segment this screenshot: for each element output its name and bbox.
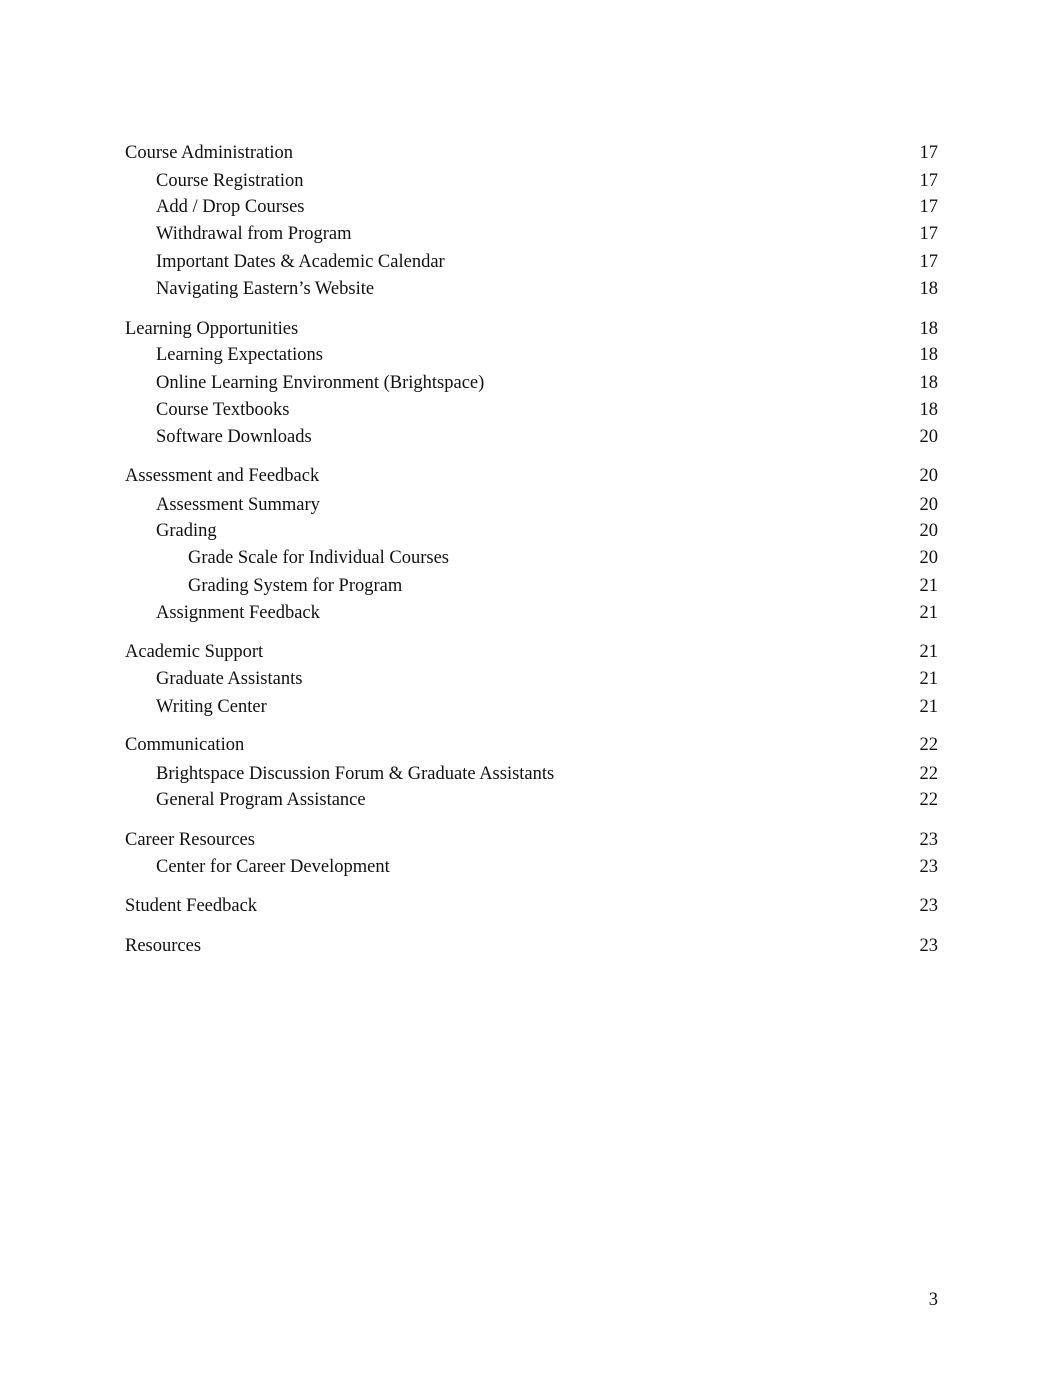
toc-entry[interactable]: Academic Support 21 — [0, 640, 1062, 664]
toc-entry[interactable]: Withdrawal from Program 17 — [0, 222, 1062, 246]
toc-entry-title[interactable]: Graduate Assistants — [156, 667, 302, 691]
toc-entry-page: 17 — [919, 143, 939, 163]
toc-entry-title[interactable]: General Program Assistance — [156, 788, 366, 812]
toc-entry[interactable]: Grading System for Program 21 — [0, 574, 1062, 598]
toc-entry-title[interactable]: Navigating Eastern’s Website — [156, 277, 374, 301]
toc-entry-title[interactable]: Add / Drop Courses — [156, 195, 305, 219]
toc-entry[interactable]: Graduate Assistants 21 — [0, 667, 1062, 691]
toc-entry-title[interactable]: Online Learning Environment (Brightspace… — [156, 371, 484, 395]
toc-entry[interactable]: Center for Career Development 23 — [0, 855, 1062, 879]
toc-entry-title[interactable]: Assessment and Feedback — [125, 464, 319, 488]
toc-entry-page: 20 — [919, 521, 939, 541]
toc-entry-page: 20 — [919, 495, 939, 515]
toc-entry-title[interactable]: Student Feedback — [125, 894, 257, 918]
toc-entry[interactable]: Learning Expectations 18 — [0, 343, 1062, 367]
toc-entry[interactable]: Add / Drop Courses 17 — [0, 195, 1062, 219]
toc-entry-page: 17 — [919, 224, 939, 244]
toc-entry-page: 20 — [919, 427, 939, 447]
toc-entry-page: 18 — [919, 279, 939, 299]
toc-entry-page: 22 — [919, 764, 939, 784]
toc-entry-title[interactable]: Assessment Summary — [156, 493, 320, 517]
toc-entry-title[interactable]: Communication — [125, 733, 244, 757]
toc-entry[interactable]: Course Registration 17 — [0, 169, 1062, 193]
toc-entry[interactable]: Assignment Feedback 21 — [0, 601, 1062, 625]
toc-entry-page: 20 — [919, 548, 939, 568]
toc-entry-page: 17 — [919, 197, 939, 217]
toc-entry-page: 21 — [919, 642, 939, 662]
toc-entry-page: 17 — [919, 252, 939, 272]
toc-entry-page: 18 — [919, 400, 939, 420]
toc-entry-title[interactable]: Resources — [125, 934, 201, 958]
toc-entry-page: 23 — [919, 857, 939, 877]
toc-entry[interactable]: Student Feedback 23 — [0, 894, 1062, 918]
toc-entry[interactable]: Grading 20 — [0, 519, 1062, 543]
toc-entry[interactable]: Software Downloads 20 — [0, 425, 1062, 449]
toc-entry-page: 23 — [919, 936, 939, 956]
toc-entry-title[interactable]: Career Resources — [125, 828, 255, 852]
toc-entry-page: 21 — [919, 697, 939, 717]
toc-entry-title[interactable]: Course Registration — [156, 169, 303, 193]
toc-entry[interactable]: Online Learning Environment (Brightspace… — [0, 371, 1062, 395]
toc-entry-page: 17 — [919, 171, 939, 191]
toc-entry-title[interactable]: Grading System for Program — [188, 574, 402, 598]
toc-entry-page: 22 — [919, 790, 939, 810]
toc-entry-title[interactable]: Grade Scale for Individual Courses — [188, 546, 449, 570]
toc-entry-title[interactable]: Learning Opportunities — [125, 317, 298, 341]
toc-entry-page: 18 — [919, 345, 939, 365]
toc-entry-page: 18 — [919, 319, 939, 339]
toc-entry[interactable]: Assessment and Feedback 20 — [0, 464, 1062, 488]
toc-entry-title[interactable]: Learning Expectations — [156, 343, 323, 367]
toc-entry-page: 20 — [919, 466, 939, 486]
toc-entry-title[interactable]: Grading — [156, 519, 217, 543]
toc-entry-title[interactable]: Course Administration — [125, 141, 293, 165]
toc-entry[interactable]: General Program Assistance 22 — [0, 788, 1062, 812]
toc-entry[interactable]: Course Administration 17 — [0, 141, 1062, 165]
toc-entry[interactable]: Important Dates & Academic Calendar 17 — [0, 250, 1062, 274]
toc-entry-page: 21 — [919, 669, 939, 689]
toc-entry[interactable]: Career Resources 23 — [0, 828, 1062, 852]
toc-entry-title[interactable]: Course Textbooks — [156, 398, 290, 422]
toc-entry[interactable]: Navigating Eastern’s Website 18 — [0, 277, 1062, 301]
toc-entry-title[interactable]: Assignment Feedback — [156, 601, 320, 625]
toc-entry-page: 23 — [919, 896, 939, 916]
toc-entry-page: 21 — [919, 603, 939, 623]
toc-entry-title[interactable]: Center for Career Development — [156, 855, 390, 879]
toc-entry[interactable]: Grade Scale for Individual Courses 20 — [0, 546, 1062, 570]
toc-entry-page: 21 — [919, 576, 939, 596]
toc-entry[interactable]: Communication 22 — [0, 733, 1062, 757]
toc-entry-title[interactable]: Writing Center — [156, 695, 267, 719]
toc-entry-title[interactable]: Brightspace Discussion Forum & Graduate … — [156, 762, 554, 786]
toc-entry[interactable]: Course Textbooks 18 — [0, 398, 1062, 422]
toc-entry-page: 18 — [919, 373, 939, 393]
toc-entry-title[interactable]: Software Downloads — [156, 425, 312, 449]
toc-entry[interactable]: Brightspace Discussion Forum & Graduate … — [0, 762, 1062, 786]
page-number: 3 — [928, 1290, 938, 1310]
toc-entry-title[interactable]: Withdrawal from Program — [156, 222, 352, 246]
toc-entry-page: 22 — [919, 735, 939, 755]
toc-entry-title[interactable]: Important Dates & Academic Calendar — [156, 250, 445, 274]
toc-entry[interactable]: Learning Opportunities 18 — [0, 317, 1062, 341]
toc-entry-title[interactable]: Academic Support — [125, 640, 263, 664]
toc-entry[interactable]: Resources 23 — [0, 934, 1062, 958]
toc-entry[interactable]: Writing Center 21 — [0, 695, 1062, 719]
toc-entry[interactable]: Assessment Summary 20 — [0, 493, 1062, 517]
toc-entry-page: 23 — [919, 830, 939, 850]
